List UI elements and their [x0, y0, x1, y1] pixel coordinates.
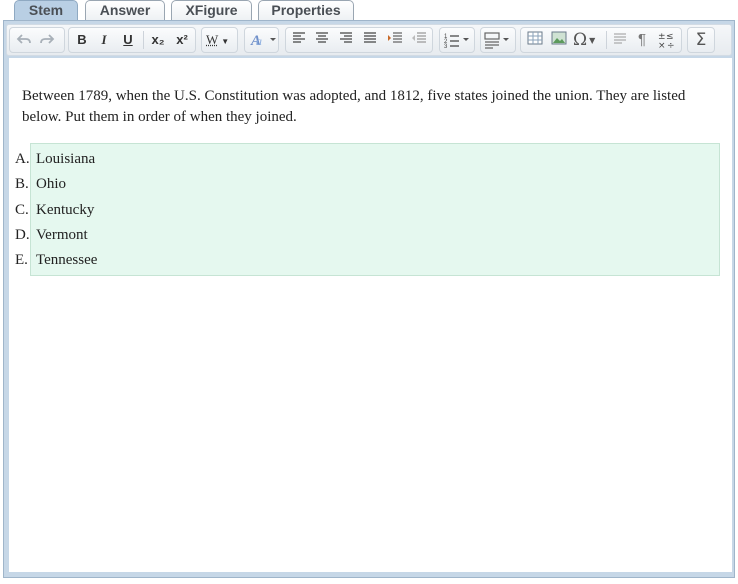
paragraph-format-icon[interactable] — [612, 31, 628, 49]
question-stem: Between 1789, when the U.S. Constitution… — [22, 88, 686, 125]
justify-icon[interactable] — [362, 31, 378, 49]
word-style-dropdown[interactable]: W ▼ — [206, 31, 234, 49]
toolbar-separator — [606, 31, 607, 49]
outdent-icon[interactable] — [410, 31, 428, 49]
text-color-icon: A a — [250, 33, 276, 49]
tab-properties[interactable]: Properties — [258, 0, 354, 20]
subscript-label: x₂ — [151, 32, 165, 47]
superscript-label: x² — [176, 32, 188, 47]
underline-button[interactable]: U — [120, 31, 136, 49]
choice-text: Ohio — [36, 176, 66, 192]
list-item[interactable]: B. Ohio — [15, 173, 711, 195]
editor-content[interactable]: Between 1789, when the U.S. Constitution… — [9, 58, 732, 572]
choice-text: Kentucky — [36, 202, 95, 218]
toolbar-separator — [143, 31, 144, 49]
bold-button[interactable]: B — [74, 31, 90, 49]
choice-text: Louisiana — [36, 151, 96, 167]
numbered-list-icon: 1 2 3 — [444, 34, 469, 49]
choice-list: A. Louisiana B. Ohio C. Kentucky D. Verm… — [15, 143, 720, 276]
align-right-icon[interactable] — [338, 31, 354, 49]
choice-letter: B. — [15, 176, 29, 192]
choice-text: Vermont — [36, 227, 88, 243]
tab-answer[interactable]: Answer — [85, 0, 165, 20]
block-style-dropdown[interactable] — [484, 31, 512, 49]
undo-icon[interactable] — [15, 31, 33, 49]
sigma-icon: Σ — [695, 30, 707, 50]
choice-letter: D. — [15, 227, 30, 243]
indent-icon[interactable] — [386, 31, 404, 49]
tab-label: Answer — [99, 2, 151, 18]
block-style-icon — [484, 32, 509, 49]
list-item[interactable]: A. Louisiana — [15, 148, 711, 170]
special-character-dropdown[interactable]: Ω ▼ — [573, 31, 603, 49]
chevron-down-icon: ▼ — [221, 37, 230, 46]
numbered-list-dropdown[interactable]: 1 2 3 — [444, 31, 472, 49]
choice-letter: C. — [15, 202, 29, 218]
list-item[interactable]: C. Kentucky — [15, 199, 711, 221]
tab-bar: Stem Answer XFigure Properties — [0, 0, 738, 21]
table-icon[interactable] — [526, 31, 544, 49]
redo-icon[interactable] — [38, 31, 56, 49]
pilcrow-icon: ¶ — [637, 31, 647, 48]
italic-label: I — [101, 32, 107, 47]
omega-icon: Ω — [573, 30, 588, 50]
choice-letter: E. — [15, 252, 28, 268]
svg-text:÷: ÷ — [667, 41, 675, 49]
equation-button[interactable]: Σ — [691, 31, 711, 49]
tab-stem[interactable]: Stem — [14, 0, 78, 21]
superscript-button[interactable]: x² — [172, 31, 192, 49]
word-style-label: W — [206, 32, 219, 47]
svg-text:a: a — [256, 34, 262, 48]
svg-text:3: 3 — [444, 44, 448, 49]
svg-text:×: × — [658, 41, 666, 49]
list-item[interactable]: E. Tennessee — [15, 249, 711, 271]
underline-label: U — [123, 32, 133, 47]
tab-xfigure[interactable]: XFigure — [171, 0, 252, 20]
tab-label: XFigure — [185, 2, 238, 18]
list-item[interactable]: D. Vermont — [15, 224, 711, 246]
tab-label: Stem — [28, 2, 64, 18]
bold-label: B — [77, 32, 87, 47]
tab-label: Properties — [271, 2, 341, 18]
choice-letter: A. — [15, 151, 30, 167]
chevron-down-icon: ▼ — [589, 35, 596, 45]
choice-text: Tennessee — [36, 252, 98, 268]
math-operators-icon[interactable]: ± ≤ × ÷ — [656, 31, 678, 49]
show-blocks-button[interactable]: ¶ — [634, 31, 650, 49]
subscript-button[interactable]: x₂ — [148, 31, 168, 49]
text-color-dropdown[interactable]: A a — [249, 31, 277, 49]
align-center-icon[interactable] — [314, 31, 330, 49]
italic-button[interactable]: I — [96, 31, 112, 49]
image-icon[interactable] — [550, 31, 568, 49]
align-left-icon[interactable] — [291, 31, 307, 49]
